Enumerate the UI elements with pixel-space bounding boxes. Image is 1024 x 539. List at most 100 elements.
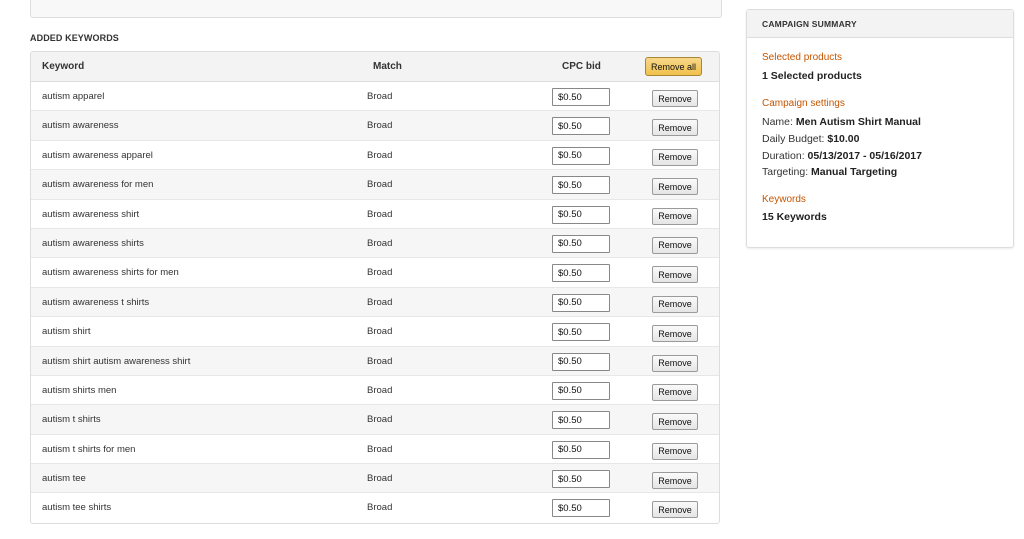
table-row: autism shirt autism awareness shirt Broad…	[31, 346, 719, 376]
keyword-cell: autism t shirts	[42, 414, 101, 426]
campaign-settings-label: Campaign settings	[762, 98, 845, 109]
daily-budget-label: Daily Budget:	[762, 133, 825, 145]
keyword-cell: autism awareness shirts	[42, 237, 144, 249]
remove-keyword-button[interactable]: Remove	[652, 354, 698, 372]
campaign-name-line: Name: Men Autism Shirt Manual	[762, 116, 921, 128]
selected-products-label: Selected products	[762, 52, 843, 63]
remove-keyword-button[interactable]: Remove	[652, 472, 698, 490]
keyword-cell: autism tee	[42, 473, 86, 485]
daily-budget-value: $10.00	[827, 133, 860, 145]
table-row: autism awareness shirts Broad Remove	[31, 228, 719, 259]
remove-keyword-button[interactable]: Remove	[652, 207, 698, 225]
table-row: autism awareness shirts for men Broad Remo…	[31, 258, 719, 288]
cpc-bid-input[interactable]	[552, 88, 610, 106]
match-type-cell: Broad	[367, 326, 393, 338]
remove-keyword-button[interactable]: Remove	[652, 178, 698, 196]
remove-keyword-button[interactable]: Remove	[652, 90, 698, 107]
table-row: autism awareness Broad Remove	[31, 111, 719, 141]
cpc-bid-input[interactable]	[552, 411, 610, 430]
cpc-bid-input[interactable]	[552, 234, 610, 253]
table-row: autism shirt Broad Remove	[31, 317, 719, 347]
keyword-cell: autism shirt autism awareness shirt	[42, 355, 191, 367]
remove-keyword-button[interactable]: Remove	[652, 325, 698, 343]
keyword-cell: autism t shirts for men	[42, 443, 136, 455]
remove-keyword-button[interactable]: Remove	[652, 266, 698, 284]
cpc-bid-input[interactable]	[552, 176, 610, 195]
cpc-bid-input[interactable]	[552, 470, 610, 489]
cpc-bid-input[interactable]	[552, 352, 610, 371]
table-row: autism awareness shirt Broad Remove	[31, 200, 719, 229]
remove-keyword-button[interactable]: Remove	[652, 236, 698, 254]
match-type-cell: Broad	[367, 120, 393, 132]
campaign-summary-panel: CAMPAIGN SUMMARY Selected products 1 Sel…	[746, 9, 1014, 248]
cpc-bid-input[interactable]	[552, 205, 610, 224]
keywords-count-value: 15 Keywords	[762, 211, 827, 223]
match-type-cell: Broad	[367, 179, 393, 191]
remove-all-button[interactable]: Remove all	[645, 57, 702, 76]
header-match: Match	[373, 61, 402, 72]
name-label: Name:	[762, 116, 793, 128]
remove-keyword-button[interactable]: Remove	[652, 383, 698, 401]
remove-keyword-button[interactable]: Remove	[652, 442, 698, 460]
targeting-line: Targeting: Manual Targeting	[762, 166, 897, 178]
name-value: Men Autism Shirt Manual	[795, 116, 921, 128]
table-row: autism t shirts for men Broad Remove	[31, 435, 719, 465]
cpc-bid-input[interactable]	[552, 293, 610, 312]
cpc-bid-input[interactable]	[552, 117, 610, 136]
match-type-cell: Broad	[367, 414, 393, 426]
keyword-cell: autism awareness t shirts	[42, 296, 150, 308]
match-type-cell: Broad	[367, 237, 393, 249]
cpc-bid-input[interactable]	[552, 440, 610, 459]
table-row: autism awareness t shirts Broad Remove	[31, 287, 719, 318]
table-row: autism apparel Broad Remove	[31, 82, 719, 112]
daily-budget-line: Daily Budget: $10.00	[762, 133, 860, 145]
table-row: autism tee shirts Broad Remove	[31, 493, 719, 522]
keyword-cell: autism apparel	[42, 91, 105, 102]
remove-keyword-button[interactable]: Remove	[652, 148, 698, 166]
match-type-cell: Broad	[367, 473, 393, 485]
cpc-bid-input[interactable]	[552, 499, 610, 518]
duration-line: Duration: 05/13/2017 - 05/16/2017	[762, 150, 922, 162]
match-type-cell: Broad	[367, 149, 393, 161]
table-row: autism t shirts Broad Remove	[31, 405, 719, 435]
top-panel	[30, 0, 722, 18]
table-row: autism tee Broad Remove	[31, 464, 719, 494]
remove-keyword-button[interactable]: Remove	[652, 119, 698, 137]
match-type-cell: Broad	[367, 296, 393, 308]
targeting-label: Targeting:	[762, 166, 809, 178]
keyword-cell: autism awareness for men	[42, 179, 154, 191]
cpc-bid-input[interactable]	[552, 381, 610, 400]
selected-products-value: 1 Selected products	[762, 70, 862, 82]
duration-label: Duration:	[762, 150, 805, 162]
match-type-cell: Broad	[367, 502, 393, 514]
keyword-cell: autism tee shirts	[42, 502, 112, 514]
remove-keyword-button[interactable]: Remove	[652, 295, 698, 313]
duration-value: 05/13/2017 - 05/16/2017	[807, 150, 922, 162]
table-body: autism apparelBroadRemoveautism awarenes…	[31, 82, 719, 523]
match-type-cell: Broad	[367, 267, 393, 279]
cpc-bid-input[interactable]	[552, 323, 610, 342]
keyword-cell: autism shirts men	[42, 384, 117, 396]
keywords-table: Keyword Match CPC bid Remove all autism …	[30, 51, 720, 524]
match-type-cell: Broad	[367, 208, 393, 220]
keyword-cell: autism awareness shirt	[42, 208, 140, 220]
match-type-cell: Broad	[367, 384, 393, 396]
cpc-bid-input[interactable]	[552, 146, 610, 165]
match-type-cell: Broad	[367, 355, 393, 367]
keyword-cell: autism shirt	[42, 326, 91, 338]
header-cpc-bid: CPC bid	[562, 61, 601, 72]
match-type-cell: Broad	[367, 443, 393, 455]
remove-keyword-button[interactable]: Remove	[652, 413, 698, 431]
table-header: Keyword Match CPC bid Remove all	[31, 52, 719, 82]
keyword-cell: autism awareness	[42, 120, 119, 132]
targeting-value: Manual Targeting	[811, 166, 898, 178]
summary-title: CAMPAIGN SUMMARY	[747, 10, 1013, 38]
table-row: autism awareness for men Broad Remove	[31, 170, 719, 200]
table-row: autism awareness apparel Broad Remove	[31, 141, 719, 171]
keywords-label: Keywords	[762, 194, 806, 205]
table-row: autism shirts men Broad Remove	[31, 376, 719, 406]
cpc-bid-input[interactable]	[552, 264, 610, 283]
header-keyword: Keyword	[42, 61, 85, 72]
remove-keyword-button[interactable]: Remove	[652, 501, 698, 519]
match-type-cell: Broad	[367, 91, 393, 102]
